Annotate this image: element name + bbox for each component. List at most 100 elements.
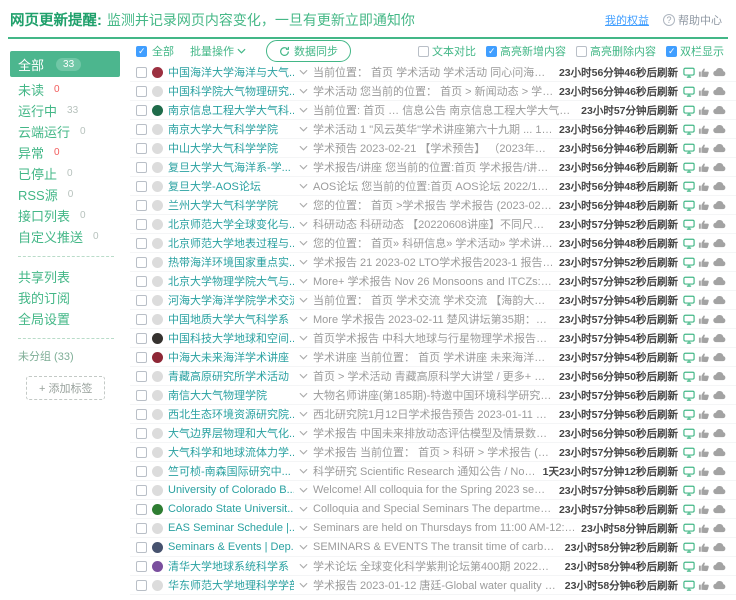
row-checkbox[interactable]	[136, 447, 147, 458]
site-name-link[interactable]: 中国海洋大学海洋与大气...	[168, 64, 294, 80]
expand-chevron[interactable]	[299, 126, 308, 132]
monitor-action[interactable]	[683, 162, 695, 173]
cloud-action[interactable]	[713, 409, 726, 419]
cloud-action[interactable]	[713, 485, 726, 495]
expand-chevron[interactable]	[299, 259, 308, 265]
hand-action[interactable]	[698, 314, 710, 325]
hand-action[interactable]	[698, 447, 710, 458]
row-checkbox[interactable]	[136, 352, 147, 363]
expand-chevron[interactable]	[299, 335, 308, 341]
monitor-action[interactable]	[683, 124, 695, 135]
table-row[interactable]: 竺可桢-南森国际研究中...科学研究 Scientific Research 通…	[130, 462, 736, 481]
display-option[interactable]: 双栏显示	[666, 43, 724, 59]
table-row[interactable]: Seminars & Events | Dep...SEMINARS & EVE…	[130, 538, 736, 557]
site-name-link[interactable]: 中国地质大学大气科学系	[168, 311, 294, 327]
hand-action[interactable]	[698, 523, 710, 534]
hand-action[interactable]	[698, 428, 710, 439]
monitor-action[interactable]	[683, 295, 695, 306]
table-row[interactable]: 中山大学大气科学学院学术预告 2023-02-21 【学术预告】 （2023年第…	[130, 139, 736, 158]
row-checkbox[interactable]	[136, 162, 147, 173]
hand-action[interactable]	[698, 238, 710, 249]
hand-action[interactable]	[698, 105, 710, 116]
hand-action[interactable]	[698, 580, 710, 591]
hand-action[interactable]	[698, 295, 710, 306]
cloud-action[interactable]	[713, 295, 726, 305]
hand-action[interactable]	[698, 200, 710, 211]
hand-action[interactable]	[698, 485, 710, 496]
option-checkbox[interactable]	[418, 46, 429, 57]
monitor-action[interactable]	[683, 333, 695, 344]
hand-action[interactable]	[698, 542, 710, 553]
row-checkbox[interactable]	[136, 504, 147, 515]
cloud-action[interactable]	[713, 561, 726, 571]
cloud-action[interactable]	[713, 276, 726, 286]
table-row[interactable]: 北京师范大学地表过程与...您的位置： 首页» 科研信息» 学术活动» 学术讲座…	[130, 234, 736, 253]
hand-action[interactable]	[698, 257, 710, 268]
hand-action[interactable]	[698, 409, 710, 420]
table-row[interactable]: 北京大学物理学院大气与...More+ 学术报告 Nov 26 Monsoons…	[130, 272, 736, 291]
row-checkbox[interactable]	[136, 314, 147, 325]
monitor-action[interactable]	[683, 504, 695, 515]
sidebar-item[interactable]: 全部33	[10, 51, 120, 77]
monitor-action[interactable]	[683, 219, 695, 230]
site-name-link[interactable]: 清华大学地球系统科学系	[168, 558, 294, 574]
table-row[interactable]: 热带海洋环境国家重点实...学术报告 21 2023-02 LTO学术报告202…	[130, 253, 736, 272]
site-name-link[interactable]: 中海大未来海洋学术讲座	[168, 349, 294, 365]
table-row[interactable]: EAS Seminar Schedule |...Seminars are he…	[130, 519, 736, 538]
sidebar-item[interactable]: 云端运行0	[10, 121, 130, 142]
cloud-action[interactable]	[713, 523, 726, 533]
table-row[interactable]: 复旦大学-AOS论坛AOS论坛 您当前的位置:首页 AOS论坛 2022/12/…	[130, 177, 736, 196]
cloud-action[interactable]	[713, 238, 726, 248]
row-checkbox[interactable]	[136, 371, 147, 382]
cloud-action[interactable]	[713, 371, 726, 381]
hand-action[interactable]	[698, 124, 710, 135]
sidebar-item[interactable]: 自定义推送0	[10, 226, 130, 247]
site-name-link[interactable]: 河海大学海洋学院学术交流	[168, 292, 294, 308]
cloud-action[interactable]	[713, 105, 726, 115]
site-name-link[interactable]: 竺可桢-南森国际研究中...	[168, 463, 294, 479]
cloud-action[interactable]	[713, 447, 726, 457]
expand-chevron[interactable]	[299, 278, 308, 284]
cloud-action[interactable]	[713, 542, 726, 552]
expand-chevron[interactable]	[299, 487, 308, 493]
cloud-action[interactable]	[713, 580, 726, 590]
option-checkbox[interactable]	[666, 46, 677, 57]
row-checkbox[interactable]	[136, 276, 147, 287]
row-checkbox[interactable]	[136, 523, 147, 534]
monitor-action[interactable]	[683, 276, 695, 287]
table-row[interactable]: 华东师范大学地理科学学部学术报告 2023-01-12 唐廷-Global wa…	[130, 576, 736, 595]
sidebar-item[interactable]: RSS源0	[10, 184, 130, 205]
expand-chevron[interactable]	[299, 69, 308, 75]
row-checkbox[interactable]	[136, 124, 147, 135]
table-row[interactable]: 中海大未来海洋学术讲座学术讲座 当前位置： 首页 学术讲座 未来海洋讲坛第四十八…	[130, 348, 736, 367]
row-checkbox[interactable]	[136, 409, 147, 420]
site-name-link[interactable]: EAS Seminar Schedule |...	[168, 522, 294, 534]
sidebar-link[interactable]: 共享列表	[10, 266, 130, 287]
batch-actions-dropdown[interactable]: 批量操作	[190, 43, 246, 59]
site-name-link[interactable]: Seminars & Events | Dep...	[168, 541, 294, 553]
cloud-action[interactable]	[713, 314, 726, 324]
row-checkbox[interactable]	[136, 390, 147, 401]
site-name-link[interactable]: 北京师范大学全球变化与...	[168, 216, 294, 232]
expand-chevron[interactable]	[299, 183, 308, 189]
monitor-action[interactable]	[683, 257, 695, 268]
cloud-action[interactable]	[713, 86, 726, 96]
expand-chevron[interactable]	[299, 88, 308, 94]
site-name-link[interactable]: 大气边界层物理和大气化...	[168, 425, 294, 441]
table-row[interactable]: 中国海洋大学海洋与大气...当前位置： 首页 学术活动 学术活动 同心问海优秀校…	[130, 63, 736, 82]
monitor-action[interactable]	[683, 485, 695, 496]
table-row[interactable]: 兰州大学大气科学学院您的位置： 首页 >学术报告 学术报告 (2023-02-1…	[130, 196, 736, 215]
sidebar-item[interactable]: 已停止0	[10, 163, 130, 184]
expand-chevron[interactable]	[299, 240, 308, 246]
expand-chevron[interactable]	[299, 202, 308, 208]
site-name-link[interactable]: 华东师范大学地理科学学部	[168, 577, 294, 593]
monitor-action[interactable]	[683, 466, 695, 477]
table-row[interactable]: Colorado State Universit...Colloquia and…	[130, 500, 736, 519]
sidebar-link[interactable]: 全局设置	[10, 308, 130, 329]
table-row[interactable]: 中国地质大学大气科学系More 学术报告 2023-02-11 楚风讲坛第35期…	[130, 310, 736, 329]
expand-chevron[interactable]	[299, 449, 308, 455]
site-name-link[interactable]: University of Colorado B...	[168, 484, 294, 496]
expand-chevron[interactable]	[299, 221, 308, 227]
row-checkbox[interactable]	[136, 485, 147, 496]
row-checkbox[interactable]	[136, 238, 147, 249]
